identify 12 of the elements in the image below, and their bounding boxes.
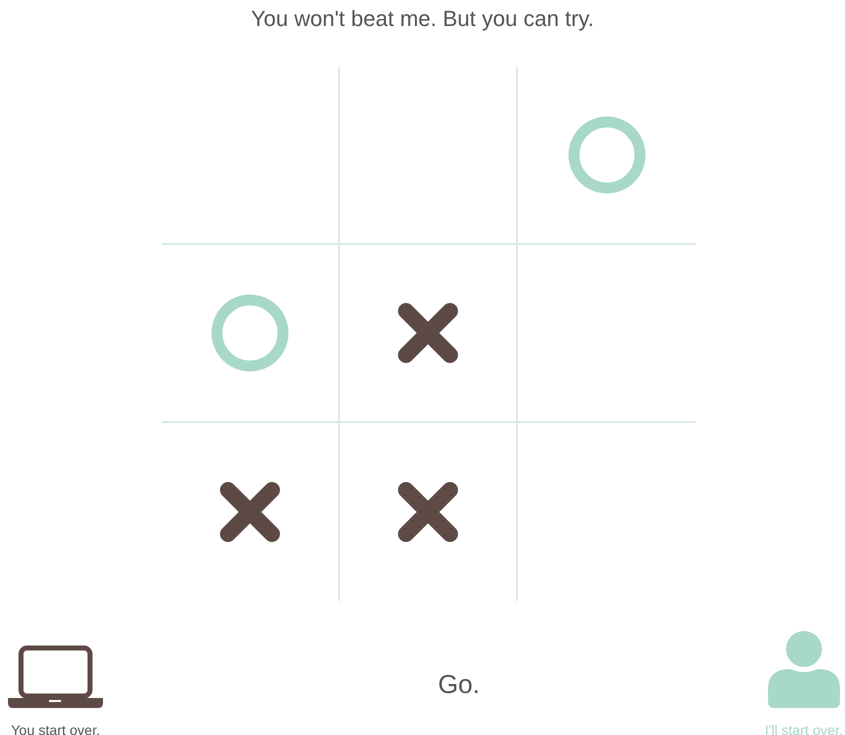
board-cell[interactable] bbox=[340, 67, 518, 245]
person-icon[interactable] bbox=[768, 631, 840, 708]
board-cell[interactable] bbox=[162, 245, 340, 423]
status-text: Go. bbox=[438, 669, 480, 700]
laptop-icon[interactable] bbox=[8, 645, 103, 708]
cross-mark bbox=[220, 482, 280, 542]
board-cell[interactable] bbox=[340, 245, 518, 423]
cross-mark bbox=[398, 303, 458, 363]
game-title: You won't beat me. But you can try. bbox=[250, 5, 595, 33]
cross-mark bbox=[398, 482, 458, 542]
board-cell[interactable] bbox=[162, 67, 340, 245]
start-over-link[interactable]: You start over. bbox=[11, 722, 100, 735]
